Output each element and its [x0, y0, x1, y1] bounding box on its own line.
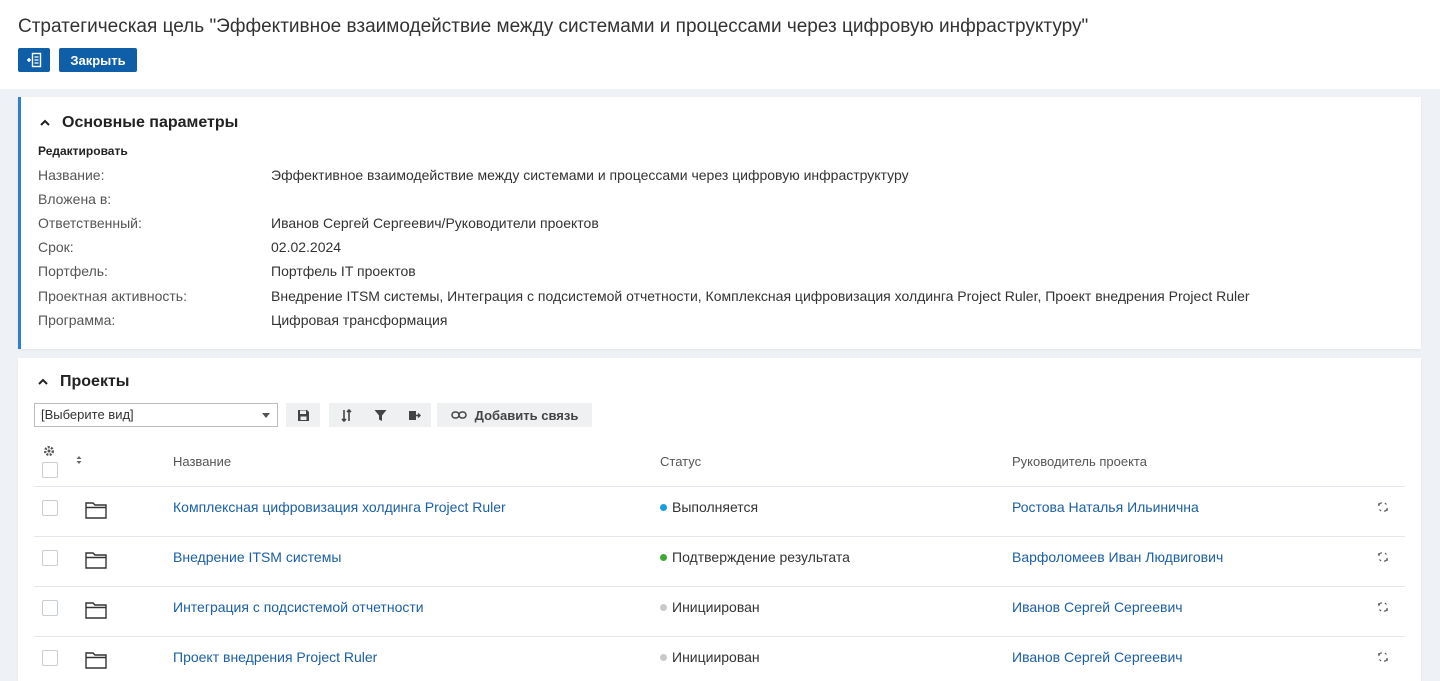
parameters-section-title: Основные параметры	[62, 114, 239, 131]
caret-down-icon	[262, 413, 270, 418]
save-icon	[297, 409, 309, 421]
column-header-name[interactable]: Название	[173, 454, 231, 469]
status-text: Подтверждение результата	[672, 549, 850, 565]
parameters-section-header[interactable]: Основные параметры	[38, 114, 238, 132]
projects-section-header[interactable]: Проекты	[36, 373, 129, 391]
project-name-link[interactable]: Проект внедрения Project Ruler	[173, 649, 377, 665]
param-row-responsible: Ответственный: Иванов Сергей Сергеевич/Р…	[38, 215, 1398, 235]
add-link-label: Добавить связь	[474, 407, 579, 423]
edit-link[interactable]: Редактировать	[38, 144, 128, 158]
column-header-manager[interactable]: Руководитель проекта	[1012, 454, 1147, 469]
param-row-activity: Проектная активность: Внедрение ITSM сис…	[38, 288, 1398, 308]
status-cell: Выполняется	[660, 482, 758, 532]
status-text: Инициирован	[672, 649, 760, 665]
export-button[interactable]	[397, 403, 431, 427]
chevron-up-icon	[38, 378, 48, 385]
param-label: Проектная активность:	[38, 288, 187, 304]
sort-button[interactable]	[329, 403, 363, 427]
manager-link[interactable]: Варфоломеев Иван Людвигович	[1012, 549, 1223, 565]
page-header: Стратегическая цель "Эффективное взаимод…	[0, 0, 1440, 89]
param-label: Название:	[38, 167, 105, 183]
chevron-up-icon	[40, 119, 50, 126]
program-link[interactable]: Цифровая трансформация	[271, 312, 447, 328]
add-link-button[interactable]: Добавить связь	[437, 403, 592, 427]
status-text: Инициирован	[672, 599, 760, 615]
close-button[interactable]: Закрыть	[59, 48, 137, 72]
status-dot	[660, 653, 667, 661]
project-activity-links[interactable]: Внедрение ITSM системы, Интеграция с под…	[271, 288, 1250, 304]
param-label: Портфель:	[38, 263, 108, 279]
folder-icon	[85, 602, 107, 619]
status-cell: Инициирован	[660, 632, 760, 681]
param-label: Вложена в:	[38, 191, 112, 207]
unlink-icon[interactable]	[1377, 651, 1389, 663]
view-select[interactable]: [Выберите вид]	[34, 403, 278, 427]
manager-link[interactable]: Иванов Сергей Сергеевич	[1012, 649, 1183, 665]
table-row: Внедрение ITSM системы Подтверждение рез…	[18, 532, 1421, 582]
status-dot	[660, 553, 667, 561]
row-checkbox[interactable]	[42, 600, 58, 616]
add-to-list-button[interactable]	[18, 48, 50, 72]
param-value: 02.02.2024	[271, 239, 342, 255]
gear-icon[interactable]	[43, 445, 55, 457]
param-row-name: Название: Эффективное взаимодействие меж…	[38, 167, 1398, 187]
status-cell: Инициирован	[660, 582, 760, 632]
param-label: Срок:	[38, 239, 74, 255]
status-cell: Подтверждение результата	[660, 532, 850, 582]
portfolio-link[interactable]: Портфель IT проектов	[271, 263, 416, 279]
status-dot	[660, 503, 667, 511]
table-row: Проект внедрения Project Ruler Иницииров…	[18, 632, 1421, 681]
param-row-portfolio: Портфель: Портфель IT проектов	[38, 263, 1398, 283]
filter-icon	[374, 409, 386, 421]
manager-link[interactable]: Иванов Сергей Сергеевич	[1012, 599, 1183, 615]
row-checkbox[interactable]	[42, 650, 58, 666]
column-header-status[interactable]: Статус	[660, 454, 701, 469]
row-checkbox[interactable]	[42, 500, 58, 516]
sort-toggle-icon[interactable]	[75, 455, 83, 465]
table-row: Комплексная цифровизация холдинга Projec…	[18, 482, 1421, 532]
add-document-icon	[27, 52, 42, 68]
responsible-link[interactable]: Иванов Сергей Сергеевич/Руководители про…	[271, 215, 599, 231]
unlink-icon[interactable]	[1377, 501, 1389, 513]
unlink-icon[interactable]	[1377, 601, 1389, 613]
unlink-icon[interactable]	[1377, 551, 1389, 563]
param-row-deadline: Срок: 02.02.2024	[38, 239, 1398, 259]
param-label: Ответственный:	[38, 215, 142, 231]
projects-section-title: Проекты	[60, 373, 130, 390]
folder-icon	[85, 652, 107, 669]
param-label: Программа:	[38, 312, 116, 328]
save-view-button[interactable]	[286, 403, 320, 427]
filter-button[interactable]	[363, 403, 397, 427]
main-parameters-card: Основные параметры Редактировать Названи…	[18, 97, 1421, 349]
page-title: Стратегическая цель "Эффективное взаимод…	[18, 16, 1089, 37]
export-icon	[408, 410, 421, 420]
project-name-link[interactable]: Комплексная цифровизация холдинга Projec…	[173, 499, 506, 515]
projects-card: Проекты [Выберите вид] Добавить связь На…	[18, 358, 1421, 681]
folder-icon	[85, 502, 107, 519]
project-name-link[interactable]: Внедрение ITSM системы	[173, 549, 341, 565]
link-icon	[450, 411, 467, 419]
status-dot	[660, 603, 667, 611]
sort-icon	[340, 408, 352, 422]
row-checkbox[interactable]	[42, 550, 58, 566]
param-value: Эффективное взаимодействие между система…	[271, 167, 909, 183]
manager-link[interactable]: Ростова Наталья Ильинична	[1012, 499, 1199, 515]
table-row: Интеграция с подсистемой отчетности Иниц…	[18, 582, 1421, 632]
folder-icon	[85, 552, 107, 569]
status-text: Выполняется	[672, 499, 759, 515]
view-select-value: [Выберите вид]	[41, 407, 134, 422]
project-name-link[interactable]: Интеграция с подсистемой отчетности	[173, 599, 424, 615]
param-row-program: Программа: Цифровая трансформация	[38, 312, 1398, 332]
param-row-parent: Вложена в:	[38, 191, 1398, 211]
select-all-checkbox[interactable]	[42, 462, 58, 478]
